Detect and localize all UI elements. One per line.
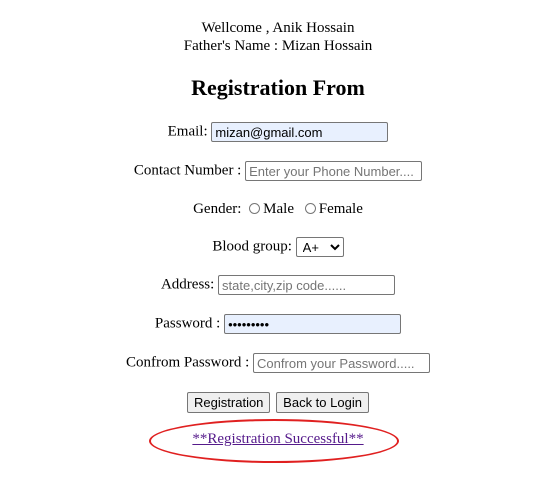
gender-male-radio[interactable]	[249, 203, 261, 215]
registration-page: Wellcome , Anik Hossain Father's Name : …	[0, 0, 542, 503]
contact-number-input[interactable]	[245, 161, 423, 181]
blood-group-label: Blood group:	[212, 238, 292, 255]
welcome-name: Wellcome , Anik Hossain	[201, 20, 355, 36]
button-row: Registration Back to Login	[0, 392, 542, 413]
gender-row: Gender: Male Female	[0, 201, 542, 218]
confirm-password-label: Confrom Password :	[125, 354, 250, 371]
confirm-password-row: Confrom Password :	[0, 353, 542, 373]
blood-group-row: Blood group: A+	[0, 237, 542, 257]
address-row: Address:	[0, 275, 542, 295]
blood-group-select[interactable]: A+	[295, 237, 344, 257]
email-label: Email:	[167, 123, 208, 140]
contact-label: Contact Number :	[133, 162, 242, 179]
gender-male-label: Male	[263, 201, 294, 218]
email-row: Email:	[0, 122, 542, 142]
welcome-father-name: Father's Name : Mizan Hossain	[183, 38, 373, 54]
email-field[interactable]	[211, 122, 389, 142]
password-row: Password :	[0, 314, 542, 334]
contact-row: Contact Number :	[0, 161, 542, 181]
gender-female-radio[interactable]	[304, 203, 316, 215]
password-field[interactable]	[224, 314, 402, 334]
password-label: Password :	[154, 315, 221, 332]
gender-female-label: Female	[318, 201, 363, 218]
page-title: Registration From	[191, 75, 365, 100]
gender-label: Gender:	[193, 201, 242, 218]
back-to-login-button[interactable]: Back to Login	[276, 392, 369, 413]
registration-button[interactable]: Registration	[187, 392, 271, 413]
address-input[interactable]	[218, 275, 396, 295]
welcome-block: Wellcome , Anik Hossain Father's Name : …	[0, 19, 542, 55]
highlight-ellipse	[149, 419, 399, 463]
address-label: Address:	[160, 276, 215, 293]
confirm-password-input[interactable]	[253, 353, 431, 373]
